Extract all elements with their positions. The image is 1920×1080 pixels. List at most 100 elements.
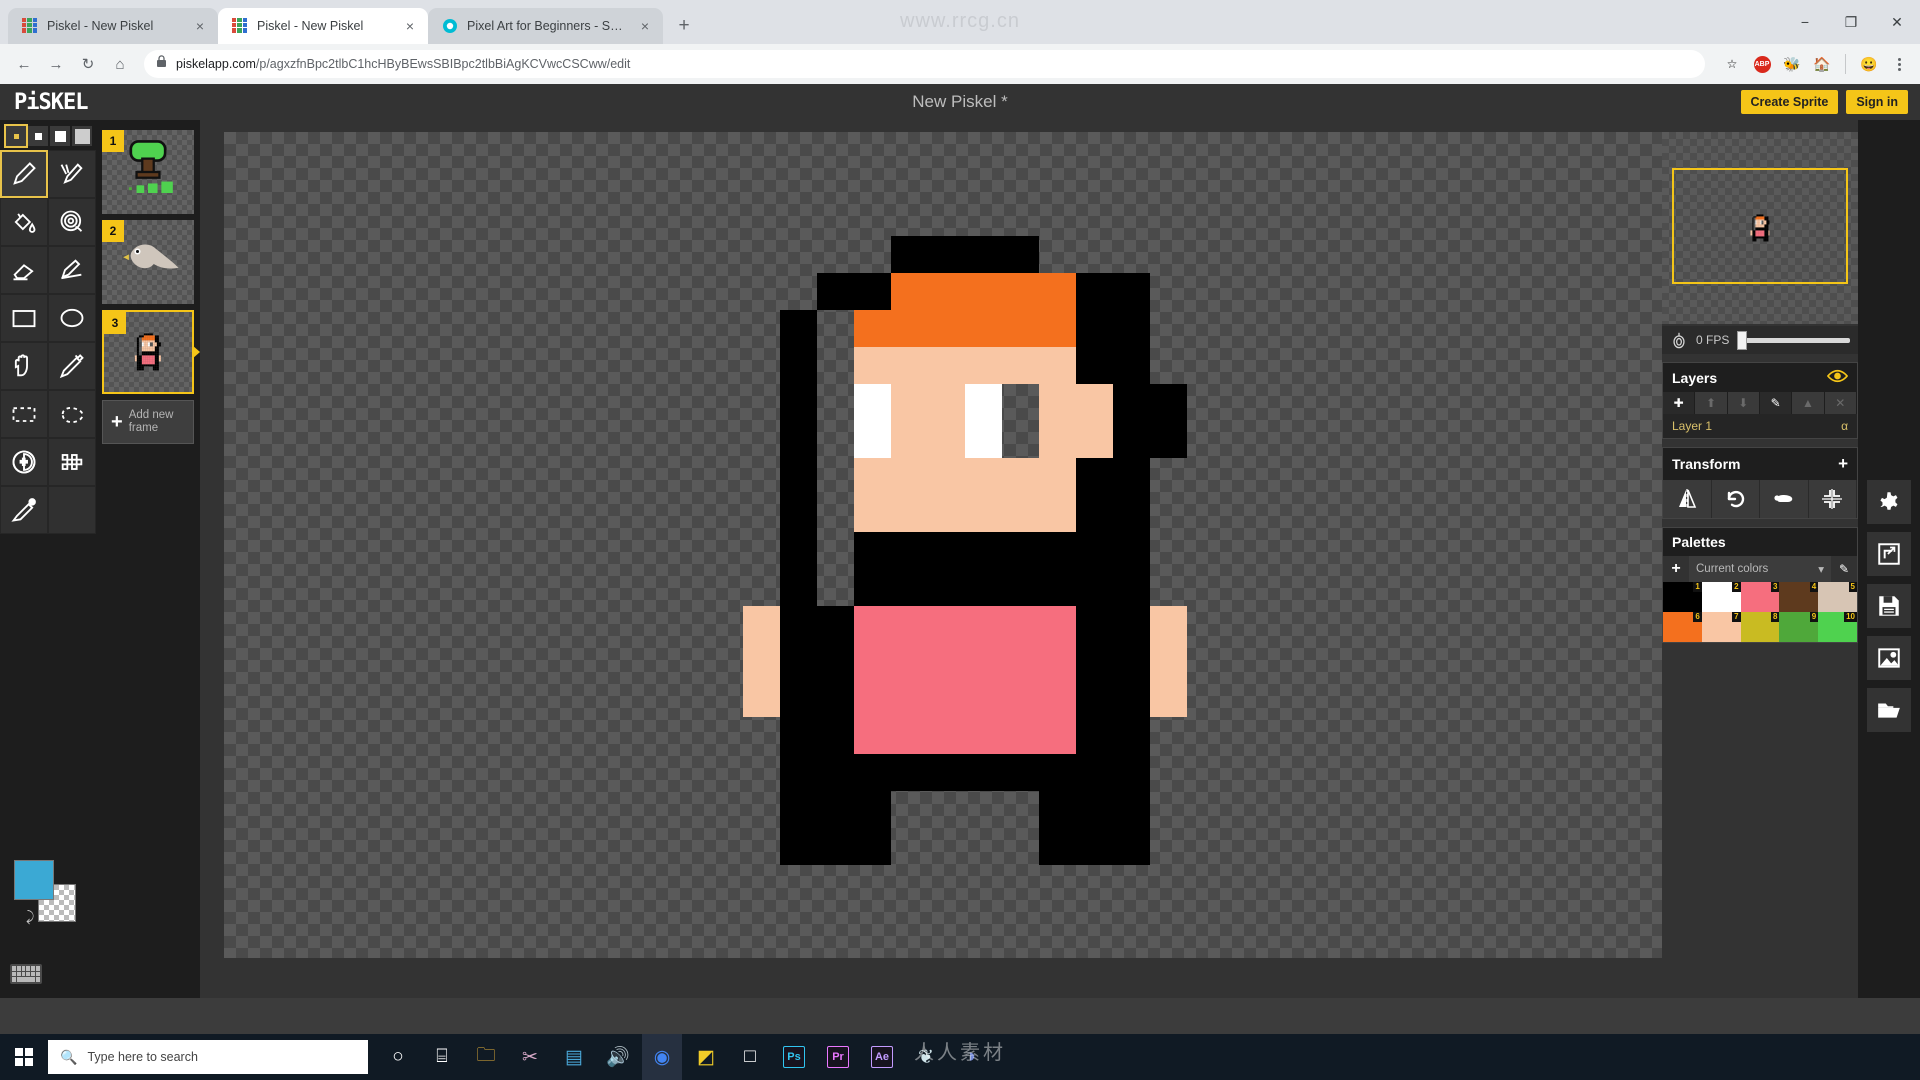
flip-horizontal-button[interactable] [1663, 480, 1712, 518]
swap-colors-icon[interactable]: ⤸ [26, 908, 34, 925]
reload-icon[interactable]: ↻ [74, 50, 102, 78]
pen-tool[interactable] [0, 150, 48, 198]
resize-button[interactable] [1867, 532, 1911, 576]
sign-in-button[interactable]: Sign in [1846, 90, 1908, 114]
dithering-tool[interactable] [48, 438, 96, 486]
extension-icon[interactable]: 🐝 [1781, 53, 1803, 75]
add-new-frame-button[interactable]: + Add new frame [102, 400, 194, 444]
tab-close-icon[interactable]: × [402, 17, 418, 35]
profile-avatar-icon[interactable]: 😀 [1858, 53, 1880, 75]
cortana-icon[interactable]: ○ [378, 1034, 418, 1080]
lasso-select-tool[interactable] [48, 390, 96, 438]
lighten-tool[interactable] [0, 486, 48, 534]
search-input[interactable]: 🔍 Type here to search [48, 1040, 368, 1074]
move-layer-down-button[interactable]: ⬇ [1727, 392, 1760, 414]
merge-layer-button[interactable]: ▲ [1792, 392, 1825, 414]
wechat-icon[interactable]: 🔊 [598, 1034, 638, 1080]
delete-layer-button[interactable]: ✕ [1824, 392, 1857, 414]
sheep-button[interactable] [1760, 480, 1809, 518]
rectangle-select-tool[interactable] [0, 390, 48, 438]
premiere-icon[interactable]: Pr [818, 1034, 858, 1080]
minimize-button[interactable]: − [1782, 6, 1828, 38]
snipping-tool-icon[interactable]: ✂ [510, 1034, 550, 1080]
color-swatch[interactable]: 9 [1779, 612, 1819, 642]
color-swatch[interactable]: 1 [1663, 582, 1702, 612]
pen-size-4-button[interactable] [72, 126, 92, 146]
rectangle-tool[interactable] [0, 294, 48, 342]
animation-preview[interactable] [1662, 132, 1858, 324]
frame-thumbnail-1[interactable]: 1 [102, 130, 194, 214]
onion-skin-icon[interactable] [1670, 331, 1688, 349]
rotate-ccw-button[interactable] [1711, 480, 1760, 518]
pen-size-3-button[interactable] [50, 126, 70, 146]
ellipse-tool[interactable] [48, 294, 96, 342]
drawing-canvas[interactable]: ✏ [224, 132, 1662, 958]
stroke-tool[interactable] [48, 246, 96, 294]
windows-start-icon[interactable] [0, 1034, 48, 1080]
forward-icon[interactable]: → [42, 50, 70, 78]
layer-row[interactable]: Layer 1 α [1663, 414, 1857, 438]
keyboard-shortcuts-icon[interactable] [10, 964, 42, 984]
pen-size-2-button[interactable] [28, 126, 48, 146]
bookmark-star-icon[interactable]: ☆ [1721, 53, 1743, 75]
vertical-mirror-pen-tool[interactable] [48, 150, 96, 198]
color-swatch[interactable]: 6 [1663, 612, 1702, 642]
fps-slider-knob[interactable] [1737, 330, 1748, 350]
paint-all-similar-tool[interactable] [48, 198, 96, 246]
google-chrome-icon[interactable]: ◉ [642, 1034, 682, 1080]
color-swatch[interactable]: 4 [1779, 582, 1819, 612]
layer-opacity[interactable]: α [1841, 419, 1848, 433]
notes-app-icon[interactable]: ◩ [686, 1034, 726, 1080]
save-button[interactable] [1867, 584, 1911, 628]
add-palette-button[interactable]: + [1663, 560, 1689, 578]
chrome-menu-icon[interactable] [1888, 53, 1910, 75]
export-image-button[interactable] [1867, 636, 1911, 680]
import-folder-button[interactable] [1867, 688, 1911, 732]
pen-size-1-button[interactable] [4, 124, 28, 148]
file-explorer-icon[interactable]: 🗀 [466, 1034, 506, 1080]
move-tool[interactable] [0, 342, 48, 390]
move-layer-up-button[interactable]: ⬆ [1695, 392, 1728, 414]
center-crosshair-button[interactable] [1808, 480, 1857, 518]
color-swatch[interactable]: 2 [1701, 582, 1741, 612]
color-swatch[interactable]: 7 [1701, 612, 1741, 642]
eraser-tool[interactable] [0, 246, 48, 294]
color-swatch[interactable]: 8 [1740, 612, 1780, 642]
color-swatch[interactable]: 3 [1740, 582, 1780, 612]
frame-thumbnail-2[interactable]: 2 [102, 220, 194, 304]
pencil-icon[interactable]: ✎ [1831, 562, 1857, 576]
white-app-icon[interactable]: □ [730, 1034, 770, 1080]
discord-icon[interactable]: ◑ [950, 1034, 990, 1080]
color-picker-tool[interactable] [48, 342, 96, 390]
new-tab-button[interactable]: + [669, 11, 699, 41]
rename-layer-button[interactable]: ✎ [1760, 392, 1793, 414]
palette-select[interactable]: Current colors ▾ [1689, 556, 1831, 582]
add-layer-button[interactable]: ✚ [1663, 392, 1696, 414]
sticky-notes-icon[interactable]: ▤ [554, 1034, 594, 1080]
tab-close-icon[interactable]: × [192, 17, 208, 35]
browser-tab-0[interactable]: Piskel - New Piskel × [8, 8, 218, 44]
maximize-button[interactable]: ❐ [1828, 6, 1874, 38]
extension-icon[interactable]: 🏠 [1811, 53, 1833, 75]
browser-tab-1[interactable]: Piskel - New Piskel × [218, 8, 428, 44]
address-bar[interactable]: piskelapp.com/p/agxzfnBpc2tlbC1hcHByBEws… [144, 50, 1705, 78]
color-swatch[interactable]: 10 [1818, 612, 1857, 642]
settings-button[interactable] [1867, 480, 1911, 524]
frame-thumbnail-3[interactable]: 3 [102, 310, 200, 394]
close-window-button[interactable]: ✕ [1874, 6, 1920, 38]
steam-icon[interactable]: ❦ [906, 1034, 946, 1080]
after-effects-icon[interactable]: Ae [862, 1034, 902, 1080]
eye-icon[interactable] [1826, 369, 1849, 386]
browser-tab-2[interactable]: Pixel Art for Beginners - Skillshare × [428, 8, 663, 44]
adblock-plus-icon[interactable]: ABP [1751, 53, 1773, 75]
color-swatch[interactable]: 5 [1818, 582, 1857, 612]
primary-color-swatch[interactable] [14, 860, 54, 900]
photoshop-icon[interactable]: Ps [774, 1034, 814, 1080]
fps-slider[interactable] [1737, 330, 1850, 350]
home-icon[interactable]: ⌂ [106, 50, 134, 78]
paint-bucket-tool[interactable] [0, 198, 48, 246]
plus-icon[interactable]: + [1838, 454, 1848, 474]
shape-select-tool[interactable] [0, 438, 48, 486]
create-sprite-button[interactable]: Create Sprite [1740, 90, 1839, 114]
task-view-icon[interactable]: ⌸ [422, 1034, 462, 1080]
